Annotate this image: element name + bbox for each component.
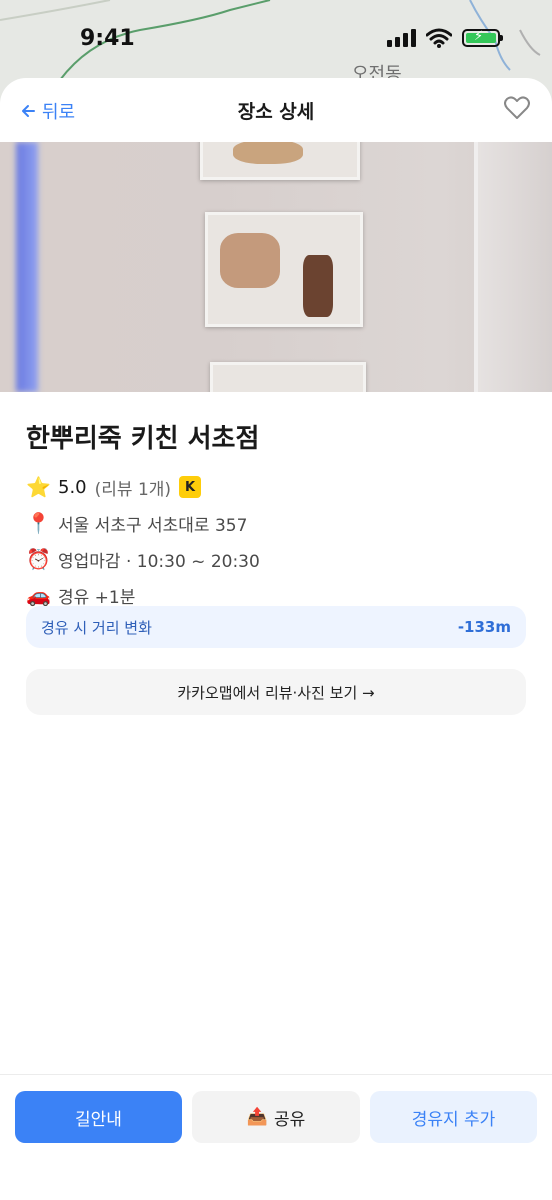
hours-row: ⏰ 영업마감 · 10:30 ~ 20:30 xyxy=(26,541,526,577)
distance-change-value: -133m xyxy=(457,618,511,636)
bottom-action-bar: 길안내 📤 공유 경유지 추가 xyxy=(0,1074,552,1200)
page-title: 장소 상세 xyxy=(237,101,315,123)
heart-icon xyxy=(504,96,530,119)
address-row: 📍 서울 서초구 서초대로 357 xyxy=(26,505,526,541)
alarm-clock-icon: ⏰ xyxy=(26,547,51,571)
distance-change-box: 경유 시 거리 변화 -133m xyxy=(26,606,526,648)
place-info: 한뿌리죽 키친 서초점 ⭐ 5.0 (리뷰 1개) K 📍 서울 서초구 서초대… xyxy=(26,418,526,613)
hours-text: 영업마감 · 10:30 ~ 20:30 xyxy=(58,551,260,572)
kakao-badge: K xyxy=(179,476,202,498)
share-tray-icon: 📤 xyxy=(246,1107,268,1127)
kakao-map-reviews-button[interactable]: 카카오맵에서 리뷰·사진 보기 → xyxy=(26,669,526,715)
wifi-icon xyxy=(426,28,452,48)
cellular-signal-icon xyxy=(387,29,416,47)
add-waypoint-button[interactable]: 경유지 추가 xyxy=(370,1091,537,1143)
navigate-button[interactable]: 길안내 xyxy=(15,1091,182,1143)
detour-text: 경유 +1분 xyxy=(58,587,136,608)
favorite-button[interactable] xyxy=(504,96,530,124)
place-detail-sheet: 뒤로 장소 상세 한뿌리죽 키친 서초점 ⭐ 5.0 (리뷰 1개) K 📍 서… xyxy=(0,78,552,1200)
review-count: (리뷰 1개) xyxy=(94,479,172,500)
rating-value: 5.0 xyxy=(58,476,87,498)
rating-row: ⭐ 5.0 (리뷰 1개) K xyxy=(26,469,526,505)
place-photo[interactable] xyxy=(0,142,552,392)
address-text: 서울 서초구 서초대로 357 xyxy=(58,515,248,536)
distance-change-label: 경유 시 거리 변화 xyxy=(41,618,152,637)
car-icon: 🚗 xyxy=(26,583,51,607)
battery-icon: ⚡ xyxy=(462,29,503,47)
share-label: 공유 xyxy=(273,1109,306,1130)
status-time: 9:41 xyxy=(80,26,135,51)
pin-icon: 📍 xyxy=(26,511,51,535)
status-icons: ⚡ xyxy=(387,28,503,48)
place-name: 한뿌리죽 키친 서초점 xyxy=(26,424,260,454)
sheet-header: 뒤로 장소 상세 xyxy=(0,78,552,142)
status-bar: 9:41 ⚡ xyxy=(0,0,552,80)
star-icon: ⭐ xyxy=(26,475,51,499)
share-button[interactable]: 📤 공유 xyxy=(192,1091,360,1143)
